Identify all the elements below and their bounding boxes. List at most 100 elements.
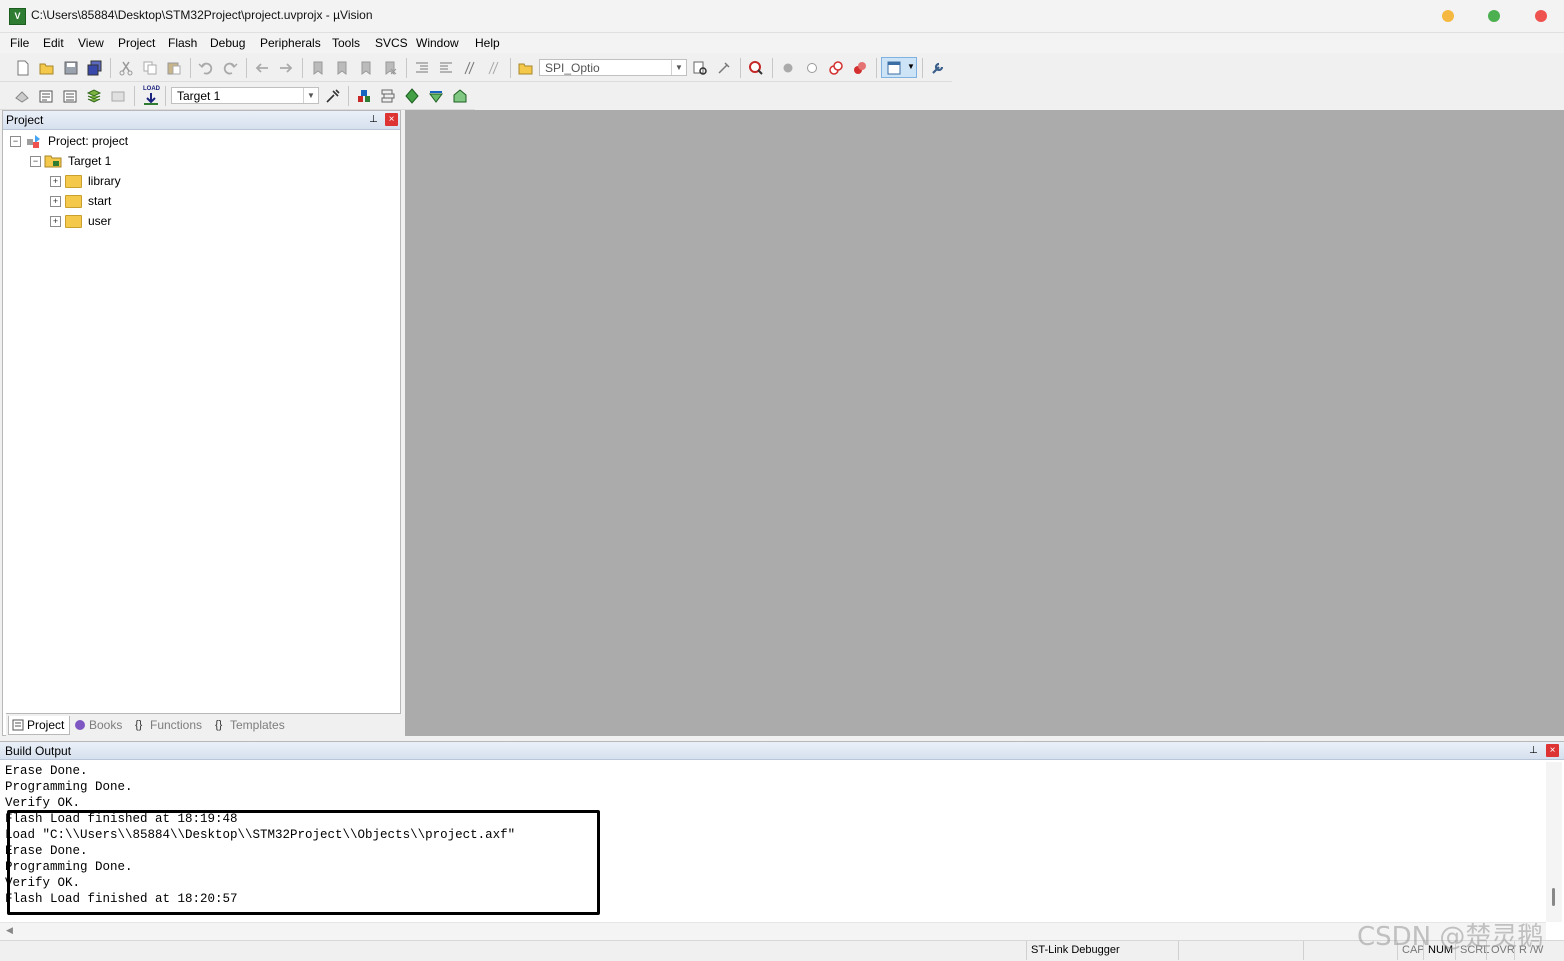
disable-all-breakpoints-icon[interactable]: [828, 60, 844, 76]
expand-icon[interactable]: +: [50, 216, 61, 227]
comment-icon[interactable]: [462, 60, 478, 76]
close-pane-icon[interactable]: ×: [1546, 744, 1559, 757]
tab-templates[interactable]: {} Templates: [212, 716, 302, 734]
braces-icon: {}: [135, 719, 143, 731]
copy-icon[interactable]: [142, 60, 158, 76]
menu-svcs[interactable]: SVCS: [375, 36, 408, 50]
chevron-down-icon: ▼: [303, 88, 318, 103]
select-packs-icon[interactable]: [380, 88, 396, 104]
navigate-back-icon[interactable]: [254, 60, 270, 76]
tree-group-library[interactable]: + library: [50, 172, 350, 190]
expand-icon[interactable]: +: [50, 196, 61, 207]
download-load-button[interactable]: LOAD: [142, 86, 160, 106]
menu-tools[interactable]: Tools: [332, 36, 360, 50]
save-icon[interactable]: [63, 60, 79, 76]
expand-icon[interactable]: +: [50, 176, 61, 187]
pack-installer-icon[interactable]: [404, 88, 420, 104]
minimize-button[interactable]: [1442, 10, 1454, 22]
manage-run-time-icon[interactable]: [428, 88, 444, 104]
close-button[interactable]: [1535, 10, 1547, 22]
tree-target[interactable]: − Target 1: [30, 152, 330, 170]
tree-group-user[interactable]: + user: [50, 212, 350, 230]
vertical-scrollbar[interactable]: [1546, 762, 1562, 922]
disable-breakpoint-icon[interactable]: [804, 60, 820, 76]
menu-edit[interactable]: Edit: [43, 36, 64, 50]
build-icon[interactable]: [38, 88, 54, 104]
find-icon[interactable]: [692, 60, 708, 76]
menu-window[interactable]: Window: [416, 36, 459, 50]
pane-splitter[interactable]: [0, 736, 1564, 740]
build-toolbar: LOAD Target 1 ▼: [0, 82, 475, 110]
collapse-icon[interactable]: −: [10, 136, 21, 147]
maximize-button[interactable]: [1488, 10, 1500, 22]
debug-session-icon[interactable]: [748, 60, 764, 76]
group-label: start: [88, 194, 112, 208]
bookmark-icon[interactable]: [310, 60, 326, 76]
collapse-icon[interactable]: −: [30, 156, 41, 167]
menu-view[interactable]: View: [78, 36, 104, 50]
tab-functions[interactable]: {} Functions: [132, 716, 220, 734]
status-debugger: ST-Link Debugger: [1026, 941, 1179, 960]
tab-project-label: Project: [27, 718, 65, 732]
uvision-app-icon: V: [9, 8, 26, 25]
folder-icon: [65, 195, 82, 208]
uncomment-icon[interactable]: [486, 60, 502, 76]
menu-peripherals[interactable]: Peripherals: [260, 36, 321, 50]
configure-wrench-icon[interactable]: [930, 60, 946, 76]
navigate-forward-icon[interactable]: [278, 60, 294, 76]
target-label: Target 1: [68, 154, 112, 168]
menu-debug[interactable]: Debug: [210, 36, 245, 50]
project-root-label: Project: project: [48, 134, 129, 148]
redo-icon[interactable]: [222, 60, 238, 76]
output-line: Programming Done.: [5, 780, 133, 794]
translate-icon[interactable]: [14, 88, 30, 104]
target-select[interactable]: Target 1 ▼: [171, 87, 319, 104]
menu-project[interactable]: Project: [118, 36, 155, 50]
breakpoint-icon[interactable]: [780, 60, 796, 76]
pin-icon[interactable]: ⊥: [367, 113, 380, 126]
group-label: user: [88, 214, 112, 228]
kill-all-breakpoints-icon[interactable]: [852, 60, 868, 76]
clear-bookmarks-icon[interactable]: [382, 60, 398, 76]
batch-build-icon[interactable]: [86, 88, 102, 104]
rebuild-icon[interactable]: [62, 88, 78, 104]
window-layout-button[interactable]: ▼: [881, 57, 917, 78]
find-in-files-icon[interactable]: [518, 60, 534, 76]
status-position: [1178, 941, 1305, 960]
menu-flash[interactable]: Flash: [168, 36, 197, 50]
build-output-header: Build Output ⊥ ×: [0, 742, 1564, 760]
project-pane-header: Project ⊥ ×: [3, 111, 400, 130]
horizontal-scrollbar[interactable]: ◀: [0, 922, 1546, 940]
close-pane-icon[interactable]: ×: [385, 113, 398, 126]
menu-file[interactable]: File: [10, 36, 29, 50]
tree-project-root[interactable]: − Project: project: [10, 132, 310, 150]
prev-bookmark-icon[interactable]: [334, 60, 350, 76]
configuration-select[interactable]: SPI_Optio ▼: [539, 59, 687, 76]
build-output-pane: Build Output ⊥ × Erase Done. Programming…: [0, 741, 1564, 940]
stop-build-icon[interactable]: [110, 88, 126, 104]
incremental-find-icon[interactable]: [716, 60, 732, 76]
open-folder-icon[interactable]: [39, 60, 55, 76]
next-bookmark-icon[interactable]: [358, 60, 374, 76]
project-pane-tabs: Project Books {} Functions {} Templates: [6, 713, 401, 736]
new-file-icon[interactable]: [15, 60, 31, 76]
indent-icon[interactable]: [414, 60, 430, 76]
scroll-left-icon[interactable]: ◀: [6, 925, 13, 936]
save-all-icon[interactable]: [87, 60, 103, 76]
unindent-icon[interactable]: [438, 60, 454, 76]
cut-icon[interactable]: [118, 60, 134, 76]
undo-icon[interactable]: [198, 60, 214, 76]
build-output-title: Build Output: [5, 744, 72, 758]
scrollbar-thumb[interactable]: [1552, 888, 1555, 906]
paste-icon[interactable]: [166, 60, 182, 76]
tab-project[interactable]: Project: [8, 716, 70, 735]
window-layout-icon: [887, 61, 901, 75]
pin-icon[interactable]: ⊥: [1527, 744, 1540, 757]
manage-project-items-icon[interactable]: [356, 88, 372, 104]
tab-books[interactable]: Books: [71, 716, 134, 734]
project-tab-icon: [12, 719, 24, 731]
software-packs-icon[interactable]: [452, 88, 468, 104]
tree-group-start[interactable]: + start: [50, 192, 350, 210]
menu-help[interactable]: Help: [475, 36, 500, 50]
target-options-icon[interactable]: [325, 88, 341, 104]
